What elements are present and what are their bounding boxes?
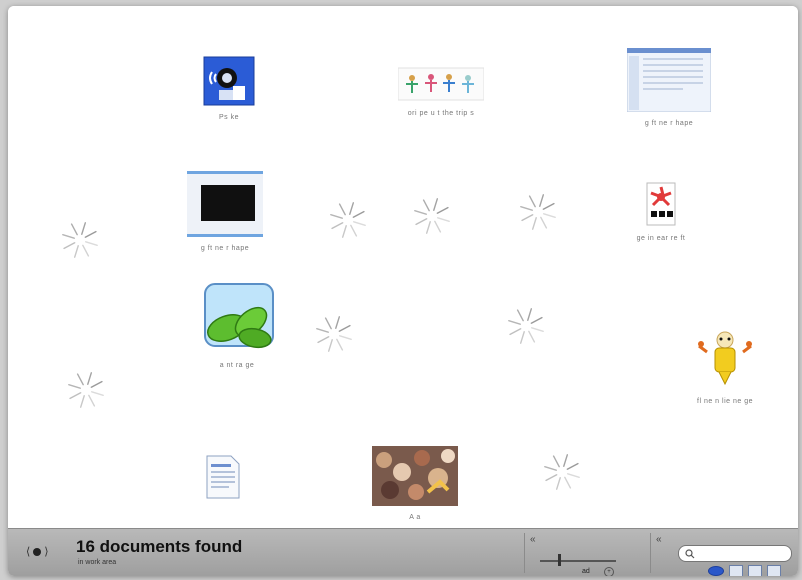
divider: [524, 533, 525, 573]
view-list-icon[interactable]: [748, 565, 762, 576]
loading-spinner-icon: [540, 450, 584, 494]
window-screenshot-icon: [627, 48, 711, 112]
navigation-controls: ⟨ ⟩: [26, 545, 49, 558]
results-area: Ps ke ori pe u t the trip s g ft ne r ha…: [8, 6, 798, 528]
loading-spinner-icon: [312, 312, 356, 356]
document-label: ge in ear re ft: [636, 235, 686, 242]
document-label: fl ne n lie ne ge: [697, 398, 753, 405]
flower-sticker-icon: [643, 181, 679, 227]
document-label: g ft ne r hape: [200, 245, 250, 252]
document-label: a nt ra ge: [219, 362, 255, 369]
zoom-slider-knob[interactable]: [558, 554, 561, 566]
zoom-in-button[interactable]: +: [604, 567, 614, 576]
text-document-icon: [203, 454, 243, 500]
cartoon-character-icon: [695, 328, 755, 390]
results-scope: in work area: [78, 559, 117, 566]
view-cover-icon[interactable]: [708, 566, 724, 576]
loading-spinner-icon: [504, 304, 548, 348]
status-bar: ⟨ ⟩ 16 documents found in work area « ad…: [8, 528, 798, 576]
back-arrow-icon[interactable]: ⟨: [26, 545, 30, 558]
collapse-left-icon[interactable]: «: [530, 534, 536, 545]
loading-spinner-icon: [326, 198, 370, 242]
document-label: ori pe u t the trip s: [407, 110, 475, 117]
figures-strip-icon: [398, 66, 484, 102]
view-mode-controls: [708, 565, 781, 576]
zoom-slider[interactable]: [540, 560, 616, 562]
divider: [650, 533, 651, 573]
document-label: Ps ke: [218, 114, 239, 121]
loading-spinner-icon: [58, 218, 102, 262]
loading-spinner-icon: [64, 368, 108, 412]
finder-window: Ps ke ori pe u t the trip s g ft ne r ha…: [8, 6, 798, 576]
document-item[interactable]: g ft ne r hape: [150, 171, 300, 252]
blue-app-icon: [203, 56, 255, 106]
document-item[interactable]: fl ne n lie ne ge: [650, 328, 798, 405]
document-item[interactable]: A a: [340, 446, 490, 521]
document-item[interactable]: a nt ra ge: [162, 282, 312, 369]
photo-thumbnail-icon: [372, 446, 458, 506]
dark-screen-icon: [187, 171, 263, 237]
document-label: A a: [409, 514, 421, 521]
forward-arrow-icon[interactable]: ⟩: [44, 545, 48, 558]
search-input[interactable]: [698, 548, 790, 559]
loading-spinner-icon: [410, 194, 454, 238]
action-button[interactable]: [33, 547, 42, 556]
collapse-right-icon[interactable]: «: [656, 534, 662, 545]
document-item[interactable]: [148, 454, 298, 508]
document-item[interactable]: ori pe u t the trip s: [366, 66, 516, 117]
document-item[interactable]: ge in ear re ft: [586, 181, 736, 242]
view-grid-icon[interactable]: [729, 565, 743, 576]
view-detail-icon[interactable]: [767, 565, 781, 576]
document-item[interactable]: g ft ne r hape: [594, 48, 744, 127]
search-field[interactable]: [678, 545, 792, 562]
loading-spinner-icon: [516, 190, 560, 234]
zoom-label: ad: [582, 568, 590, 575]
search-icon: [685, 548, 695, 558]
green-leaves-icon: [197, 282, 277, 354]
results-count: 16 documents found: [76, 537, 243, 556]
document-label: g ft ne r hape: [644, 120, 694, 127]
document-item[interactable]: Ps ke: [154, 56, 304, 121]
